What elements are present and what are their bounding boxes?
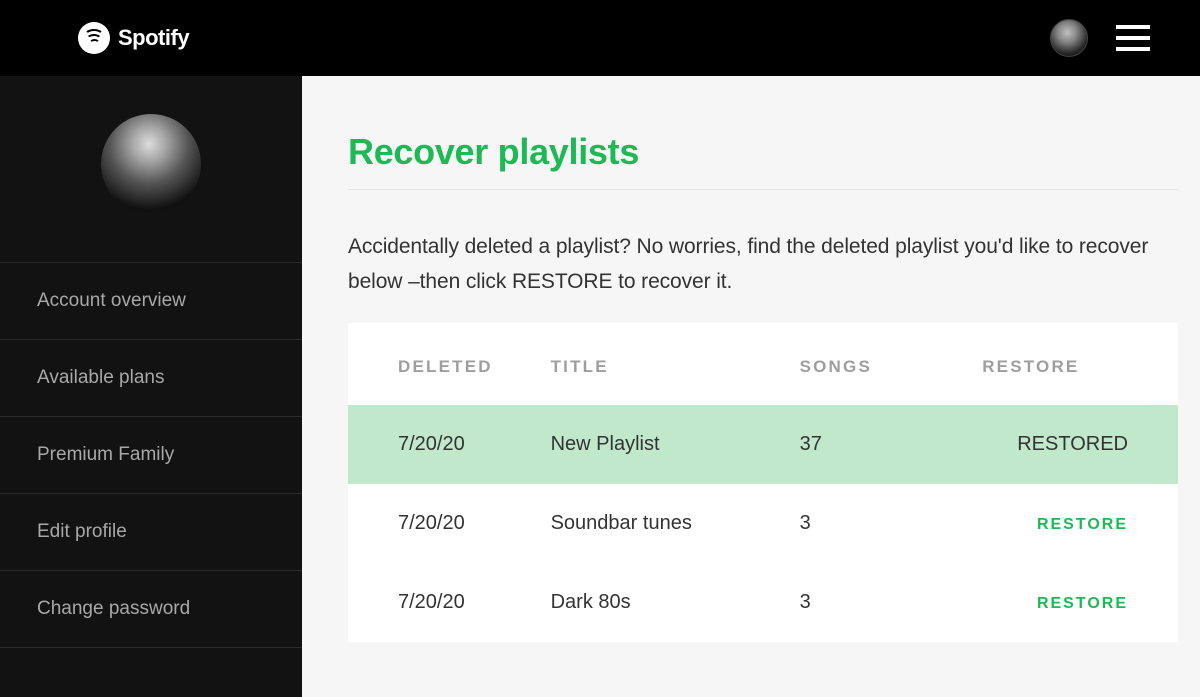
page-title: Recover playlists xyxy=(348,131,1178,173)
table-row: 7/20/20 Soundbar tunes 3 RESTORE xyxy=(348,484,1178,563)
cell-deleted: 7/20/20 xyxy=(348,484,531,563)
cell-deleted: 7/20/20 xyxy=(348,563,531,642)
avatar-section xyxy=(0,76,302,262)
restore-button[interactable]: RESTORE xyxy=(1037,516,1128,533)
sidebar-item-account-overview[interactable]: Account overview xyxy=(0,262,302,339)
cell-title: New Playlist xyxy=(531,405,780,484)
cell-restore: RESTORED xyxy=(962,405,1178,484)
cell-songs: 37 xyxy=(780,405,963,484)
title-divider xyxy=(348,189,1178,190)
cell-restore: RESTORE xyxy=(962,563,1178,642)
spotify-icon xyxy=(78,22,110,54)
sidebar: Account overview Available plans Premium… xyxy=(0,76,302,697)
table-header-title: TITLE xyxy=(531,323,780,405)
cell-deleted: 7/20/20 xyxy=(348,405,531,484)
avatar-small[interactable] xyxy=(1050,19,1088,57)
table-row: 7/20/20 Dark 80s 3 RESTORE xyxy=(348,563,1178,642)
main-content: Recover playlists Accidentally deleted a… xyxy=(302,76,1200,697)
cell-songs: 3 xyxy=(780,484,963,563)
cell-title: Dark 80s xyxy=(531,563,780,642)
cell-songs: 3 xyxy=(780,563,963,642)
cell-restore: RESTORE xyxy=(962,484,1178,563)
cell-title: Soundbar tunes xyxy=(531,484,780,563)
table-header-songs: SONGS xyxy=(780,323,963,405)
topbar: Spotify xyxy=(0,0,1200,76)
playlists-table: DELETED TITLE SONGS RESTORE 7/20/20 New … xyxy=(348,323,1178,642)
page-description: Accidentally deleted a playlist? No worr… xyxy=(348,230,1178,299)
table-header-deleted: DELETED xyxy=(348,323,531,405)
playlists-table-card: DELETED TITLE SONGS RESTORE 7/20/20 New … xyxy=(348,323,1178,642)
sidebar-item-edit-profile[interactable]: Edit profile xyxy=(0,493,302,570)
sidebar-item-change-password[interactable]: Change password xyxy=(0,570,302,648)
sidebar-item-available-plans[interactable]: Available plans xyxy=(0,339,302,416)
restored-label: RESTORED xyxy=(1017,433,1128,455)
table-header-restore: RESTORE xyxy=(962,323,1178,405)
restore-button[interactable]: RESTORE xyxy=(1037,595,1128,612)
topbar-right xyxy=(1050,19,1150,57)
sidebar-item-premium-family[interactable]: Premium Family xyxy=(0,416,302,493)
brand-name: Spotify xyxy=(118,25,189,51)
table-row: 7/20/20 New Playlist 37 RESTORED xyxy=(348,405,1178,484)
brand-logo[interactable]: Spotify xyxy=(78,22,189,54)
hamburger-menu-icon[interactable] xyxy=(1116,25,1150,51)
avatar-large[interactable] xyxy=(101,114,201,214)
